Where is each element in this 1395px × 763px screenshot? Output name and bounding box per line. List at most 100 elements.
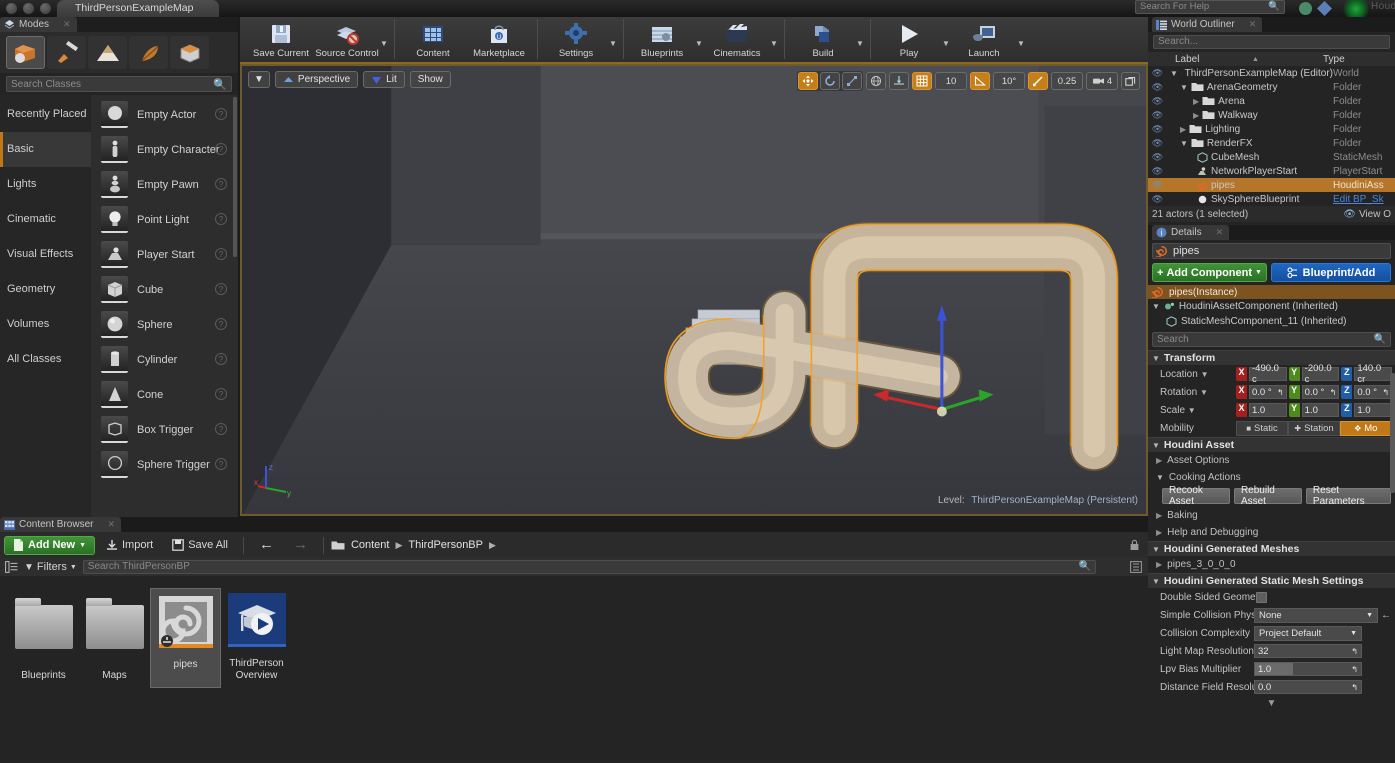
mobility-movable-button[interactable]: ✥ Mo xyxy=(1340,420,1392,436)
distance-field-resolution-input[interactable]: 0.0 ↰ xyxy=(1254,680,1362,694)
viewport-camera-type-button[interactable]: Perspective xyxy=(274,71,359,88)
grid-snap-value[interactable]: 10 xyxy=(935,72,967,90)
rotation-snap-value[interactable]: 10° xyxy=(993,72,1025,90)
help-icon[interactable]: ? xyxy=(215,318,227,330)
close-window-button[interactable] xyxy=(6,3,17,14)
outliner-row-walkway[interactable]: 👁 ▶ Walkway Folder xyxy=(1148,108,1395,122)
tab-content-browser[interactable]: Content Browser ✕ xyxy=(0,517,122,532)
filters-button[interactable]: ▼ Filters ▼ xyxy=(24,561,77,573)
recook-asset-button[interactable]: Recook Asset xyxy=(1162,485,1230,507)
close-icon[interactable]: ✕ xyxy=(107,519,115,530)
location-z-input[interactable]: 140.0 cr xyxy=(1354,363,1393,385)
outliner-search-input[interactable]: Search... xyxy=(1153,35,1390,49)
outliner-row-cubemesh[interactable]: 👁 CubeMesh StaticMesh xyxy=(1148,150,1395,164)
component-root-row[interactable]: pipes(Instance) xyxy=(1148,285,1395,299)
list-item[interactable]: Cone ? xyxy=(91,377,238,412)
asset-tile-thirdperson-overview[interactable]: ThirdPerson Overview xyxy=(221,588,292,688)
mode-button-paint[interactable] xyxy=(47,36,86,69)
visibility-icon[interactable]: 👁 xyxy=(1148,180,1167,191)
visibility-icon[interactable]: 👁 xyxy=(1148,82,1167,93)
rotation-y-input[interactable]: 0.0 ° ↰ xyxy=(1301,385,1340,399)
category-lights[interactable]: Lights xyxy=(0,167,91,202)
search-classes-input[interactable]: Search Classes 🔍 xyxy=(6,76,232,92)
list-item[interactable]: Sphere Trigger ? xyxy=(91,447,238,482)
outliner-view-options-button[interactable]: 👁 View O xyxy=(1343,209,1391,220)
source-control-dropdown[interactable]: ▼ xyxy=(380,39,389,48)
content-search-input[interactable]: Search ThirdPersonBP 🔍 xyxy=(82,560,1096,574)
details-search-input[interactable]: Search 🔍 xyxy=(1152,332,1391,347)
details-scrollbar[interactable] xyxy=(1390,373,1395,493)
close-icon[interactable]: ✕ xyxy=(63,19,71,30)
sources-panel-icon[interactable] xyxy=(5,561,18,573)
list-item[interactable]: Player Start ? xyxy=(91,237,238,272)
list-item[interactable]: Box Trigger ? xyxy=(91,412,238,447)
mode-button-foliage[interactable] xyxy=(129,36,168,69)
maximize-window-button[interactable] xyxy=(40,3,51,14)
window-controls[interactable] xyxy=(6,3,51,14)
simple-collision-dropdown[interactable]: None ▼ xyxy=(1254,607,1378,623)
tab-modes[interactable]: Modes ✕ xyxy=(0,17,77,32)
property-label-scale[interactable]: Scale ▼ xyxy=(1148,405,1236,416)
expander-icon[interactable]: ▼ xyxy=(1152,302,1160,311)
add-new-button[interactable]: Add New ▼ xyxy=(4,535,95,555)
content-browser-lock-button[interactable] xyxy=(1121,536,1148,555)
help-icon[interactable]: ? xyxy=(215,143,227,155)
scale-z-input[interactable]: 1.0 xyxy=(1354,403,1393,417)
build-button[interactable]: Build xyxy=(790,17,856,62)
mobility-stationary-button[interactable]: ✚ Station xyxy=(1288,420,1340,436)
section-header-generated-meshes[interactable]: ▼ Houdini Generated Meshes xyxy=(1148,541,1395,556)
settings-dropdown[interactable]: ▼ xyxy=(609,39,618,48)
viewport-show-menu[interactable]: Show xyxy=(409,71,451,88)
double-sided-checkbox[interactable] xyxy=(1256,591,1267,603)
visibility-icon[interactable]: 👁 xyxy=(1148,68,1167,79)
list-item[interactable]: Sphere ? xyxy=(91,307,238,342)
list-item[interactable]: Empty Pawn ? xyxy=(91,167,238,202)
mobility-static-button[interactable]: ■ Static xyxy=(1236,420,1288,436)
launch-dropdown[interactable]: ▼ xyxy=(1017,39,1026,48)
save-all-button[interactable]: Save All xyxy=(164,536,236,555)
tab-details[interactable]: i Details ✕ xyxy=(1152,225,1230,240)
category-visual-effects[interactable]: Visual Effects xyxy=(0,237,91,272)
expander-icon[interactable]: ▶ xyxy=(1193,111,1199,120)
list-item[interactable]: Point Light ? xyxy=(91,202,238,237)
visibility-icon[interactable]: 👁 xyxy=(1148,96,1167,107)
expander-icon[interactable]: ▶ xyxy=(1180,125,1186,134)
view-options-icon[interactable] xyxy=(1130,561,1142,573)
expander-icon[interactable]: ▼ xyxy=(1170,69,1178,78)
visibility-icon[interactable]: 👁 xyxy=(1148,138,1167,149)
surface-snap-toggle[interactable] xyxy=(889,72,909,90)
save-current-button[interactable]: Save Current xyxy=(248,17,314,62)
build-dropdown[interactable]: ▼ xyxy=(856,39,865,48)
blueprint-add-button[interactable]: Blueprint/Add xyxy=(1271,263,1391,282)
close-icon[interactable]: ✕ xyxy=(1249,19,1257,30)
help-icon[interactable]: ? xyxy=(215,353,227,365)
list-item[interactable]: Cylinder ? xyxy=(91,342,238,377)
list-item[interactable]: Empty Character ? xyxy=(91,132,238,167)
translate-tool-button[interactable] xyxy=(798,72,818,90)
subsection-baking[interactable]: ▶ Baking xyxy=(1148,507,1395,524)
help-icon[interactable]: ? xyxy=(215,213,227,225)
column-header-label[interactable]: Label ▲ xyxy=(1148,54,1323,65)
expander-icon[interactable]: ▼ xyxy=(1180,139,1188,148)
settings-button[interactable]: Settings xyxy=(543,17,609,62)
launch-button[interactable]: Launch xyxy=(951,17,1017,62)
map-tab[interactable]: ThirdPersonExampleMap xyxy=(57,0,220,17)
source-control-button[interactable]: Source Control xyxy=(314,17,380,62)
rotate-tool-button[interactable] xyxy=(820,72,840,90)
help-icon[interactable]: ? xyxy=(215,248,227,260)
outliner-row-lighting[interactable]: 👁 ▶ Lighting Folder xyxy=(1148,122,1395,136)
visibility-icon[interactable]: 👁 xyxy=(1148,124,1167,135)
visibility-icon[interactable]: 👁 xyxy=(1148,110,1167,121)
blueprints-dropdown[interactable]: ▼ xyxy=(695,39,704,48)
asset-tile-maps[interactable]: Maps xyxy=(79,588,150,688)
asset-tile-pipes[interactable]: pipes xyxy=(150,588,221,688)
help-icon[interactable]: ? xyxy=(215,283,227,295)
marketplace-button[interactable]: U Marketplace xyxy=(466,17,532,62)
category-geometry[interactable]: Geometry xyxy=(0,272,91,307)
rebuild-asset-button[interactable]: Rebuild Asset xyxy=(1233,485,1302,507)
visibility-icon[interactable]: 👁 xyxy=(1148,152,1167,163)
subsection-cooking-actions[interactable]: ▼ Cooking Actions xyxy=(1148,469,1395,486)
outliner-row-pipes[interactable]: 👁 pipes HoudiniAss xyxy=(1148,178,1395,192)
reset-parameters-button[interactable]: Reset Parameters xyxy=(1305,485,1391,507)
navigate-back-button[interactable]: ← xyxy=(251,536,282,555)
